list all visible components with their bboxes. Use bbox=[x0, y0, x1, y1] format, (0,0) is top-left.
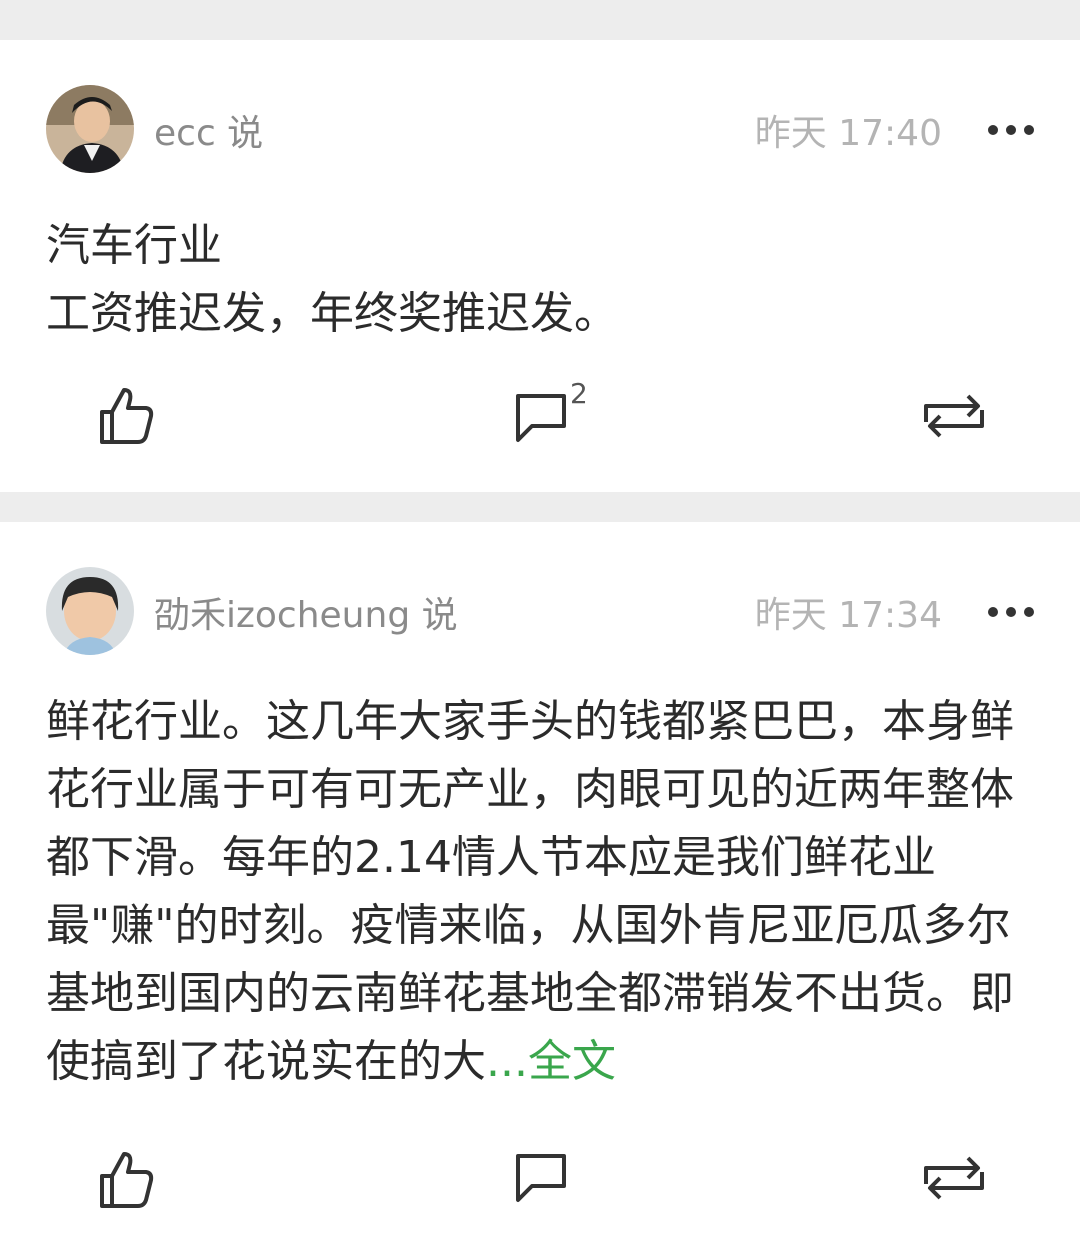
comment-count: 2 bbox=[570, 377, 588, 410]
more-dots-icon[interactable] bbox=[988, 124, 1034, 136]
avatar-image bbox=[46, 567, 134, 655]
avatar-image bbox=[46, 85, 134, 173]
post-line: 工资推迟发，年终奖推迟发。 bbox=[46, 288, 618, 339]
post-body: 鲜花行业。这几年大家手头的钱都紧巴巴，本身鲜花行业属于可有可无产业，肉眼可见的近… bbox=[46, 696, 1014, 1087]
repost-icon bbox=[924, 1156, 984, 1200]
post-content: 鲜花行业。这几年大家手头的钱都紧巴巴，本身鲜花行业属于可有可无产业，肉眼可见的近… bbox=[46, 688, 1041, 1096]
top-separator bbox=[0, 0, 1080, 40]
post-time: 昨天 17:34 bbox=[754, 595, 942, 636]
thumbs-up-icon bbox=[100, 1152, 154, 1208]
post-content: 汽车行业 工资推迟发，年终奖推迟发。 bbox=[46, 212, 1041, 348]
thumbs-up-icon bbox=[100, 388, 154, 444]
full-text-link[interactable]: ...全文 bbox=[486, 1036, 616, 1087]
repost-button[interactable] bbox=[918, 1154, 990, 1206]
post-time: 昨天 17:40 bbox=[754, 113, 942, 154]
author-avatar[interactable] bbox=[46, 567, 134, 655]
repost-icon bbox=[924, 394, 984, 438]
comment-button[interactable] bbox=[512, 390, 570, 448]
comment-bubble-icon bbox=[516, 1154, 566, 1202]
repost-button[interactable] bbox=[918, 392, 990, 444]
like-button[interactable] bbox=[96, 384, 156, 450]
post-separator bbox=[0, 492, 1080, 522]
comment-button[interactable] bbox=[512, 1150, 570, 1208]
more-dots-icon[interactable] bbox=[988, 606, 1034, 618]
author-avatar[interactable] bbox=[46, 85, 134, 173]
post-line: 汽车行业 bbox=[46, 220, 222, 271]
post-text: 鲜花行业。这几年大家手头的钱都紧巴巴，本身鲜花行业属于可有可无产业，肉眼可见的近… bbox=[46, 688, 1041, 1096]
author-name[interactable]: 劭禾izocheung 说 bbox=[154, 594, 458, 638]
like-button[interactable] bbox=[96, 1148, 156, 1214]
comment-bubble-icon bbox=[516, 394, 566, 442]
post-card-2: 劭禾izocheung 说 昨天 17:34 鲜花行业。这几年大家手头的钱都紧巴… bbox=[0, 522, 1080, 1245]
author-name[interactable]: ecc 说 bbox=[154, 112, 263, 156]
post-card-1: ecc 说 昨天 17:40 汽车行业 工资推迟发，年终奖推迟发。 2 bbox=[0, 40, 1080, 492]
